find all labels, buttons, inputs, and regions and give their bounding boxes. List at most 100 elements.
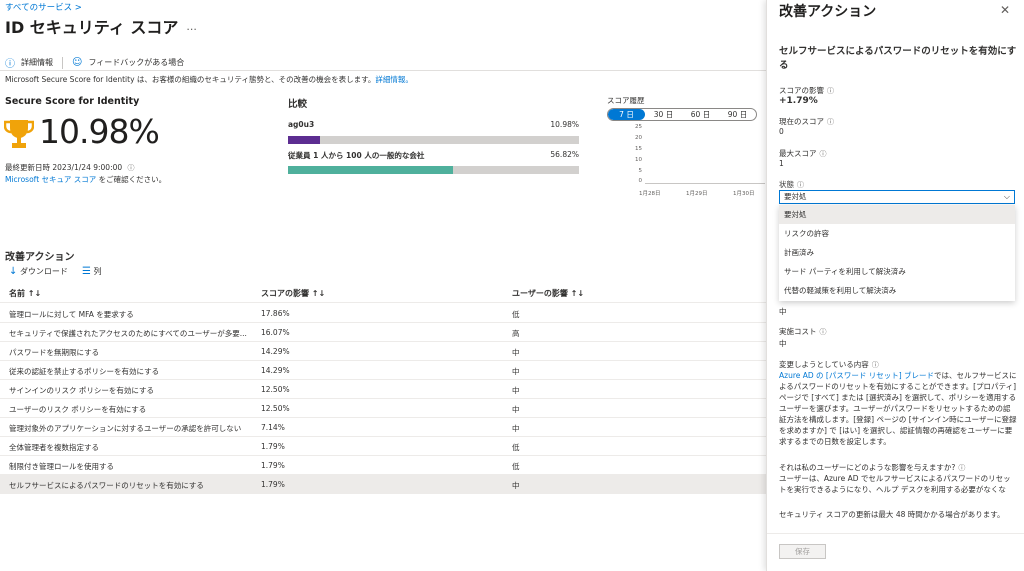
secure-score-title: Secure Score for Identity <box>5 96 140 107</box>
column-header-score-impact[interactable]: スコアの影響 ↑↓ <box>261 288 325 299</box>
secure-score-link-line: Microsoft セキュア スコア をご確認ください。 <box>5 174 166 185</box>
info-icon: ⓘ <box>797 181 804 189</box>
secure-score-value: 10.98% <box>39 112 160 151</box>
score-impact: 12.50% <box>261 404 290 413</box>
action-name: 管理対象外のアプリケーションに対するユーザーの承認を許可しない <box>9 424 242 433</box>
history-range-tabs: 7 日 30 日 60 日 90 日 <box>607 108 757 121</box>
y-tick-label: 10 <box>635 157 642 163</box>
score-impact: 14.29% <box>261 366 290 375</box>
score-impact-label: スコアの影響 ⓘ <box>779 85 834 96</box>
user-impact: 中 <box>512 424 520 433</box>
download-button[interactable]: ↓ ダウンロード <box>9 266 68 277</box>
score-impact: 1.79% <box>261 461 285 470</box>
password-reset-blade-link[interactable]: Azure AD の [パスワード リセット] ブレード <box>779 371 934 380</box>
user-impact: 中 <box>512 386 520 395</box>
info-icon: ⓘ <box>958 464 966 472</box>
status-option[interactable]: 計画済み <box>779 243 1015 262</box>
tab-60-days[interactable]: 60 日 <box>682 109 719 120</box>
save-button[interactable]: 保存 <box>779 544 826 559</box>
x-tick-label: 1月28日 <box>639 191 661 197</box>
table-row[interactable]: ユーザーのリスク ポリシーを有効にする 12.50% 中 <box>0 399 766 418</box>
learn-more-link[interactable]: 詳細情報。 <box>375 75 413 84</box>
column-header-name[interactable]: 名前 ↑↓ <box>9 288 254 299</box>
status-option[interactable]: 代替の軽減策を利用して解決済み <box>779 281 1015 300</box>
divider <box>62 56 63 69</box>
user-impact: 中 <box>512 367 520 376</box>
last-updated: 最終更新日時 2023/1/24 9:00:00 ⓘ <box>5 162 135 173</box>
max-score-label-text: 最大スコア <box>779 149 817 158</box>
info-icon: ⓘ <box>819 328 827 336</box>
columns-icon: ☰ <box>81 266 91 277</box>
divider <box>0 70 766 71</box>
feedback-icon: ☺ <box>72 57 83 68</box>
status-label-text: 状態 <box>779 180 794 189</box>
status-option[interactable]: サード パーティを利用して解決済み <box>779 262 1015 281</box>
y-tick-label: 0 <box>638 178 643 184</box>
comparison-label: ag0u3 <box>288 120 315 129</box>
table-row[interactable]: 管理ロールに対して MFA を要求する 17.86% 低 <box>0 304 766 323</box>
table-row[interactable]: 制限付き管理ロールを使用する 1.79% 低 <box>0 456 766 475</box>
info-button[interactable]: 詳細情報 <box>21 57 53 68</box>
action-name: サインインのリスク ポリシーを有効にする <box>9 386 154 395</box>
table-row[interactable]: セルフサービスによるパスワードのリセットを有効にする 1.79% 中 <box>0 475 766 494</box>
table-toolbar: ↓ ダウンロード ☰ 列 <box>9 266 101 277</box>
status-option[interactable]: リスクの許容 <box>779 224 1015 243</box>
page-description: Microsoft Secure Score for Identity は、お客… <box>5 74 413 85</box>
tab-90-days[interactable]: 90 日 <box>719 109 756 120</box>
action-name: 全体管理者を複数指定する <box>9 443 99 452</box>
table-row[interactable]: 管理対象外のアプリケーションに対するユーザーの承認を許可しない 7.14% 中 <box>0 418 766 437</box>
table-row[interactable]: セキュリティで保護されたアクセスのためにすべてのユーザーが多要... 16.07%… <box>0 323 766 342</box>
current-score-label: 現在のスコア ⓘ <box>779 116 834 127</box>
score-impact: 1.79% <box>261 480 285 489</box>
current-score-label-text: 現在のスコア <box>779 117 824 126</box>
user-impact: 中 <box>512 348 520 357</box>
comparison-title: 比較 <box>288 99 308 110</box>
secure-score-link-suffix: をご確認ください。 <box>98 175 167 184</box>
column-header-user-impact[interactable]: ユーザーの影響 ↑↓ <box>512 288 584 299</box>
change-description: Azure AD の [パスワード リセット] ブレードでは、セルフサービスによ… <box>779 370 1017 447</box>
affect-label-text: それは私のユーザーにどのような影響を与えますか? <box>779 463 956 472</box>
current-score-value: 0 <box>779 127 784 136</box>
score-impact: 12.50% <box>261 385 290 394</box>
table-row[interactable]: パスワードを無期限にする 14.29% 中 <box>0 342 766 361</box>
y-tick-label: 25 <box>635 124 642 130</box>
info-icon: ⓘ <box>5 59 15 70</box>
more-icon[interactable]: ··· <box>186 23 197 36</box>
user-impact: 低 <box>512 443 520 452</box>
status-option[interactable]: 要対処 <box>779 205 1015 224</box>
action-name: ユーザーのリスク ポリシーを有効にする <box>9 405 147 414</box>
comparison-bar <box>288 136 579 144</box>
y-tick-label: 15 <box>635 146 642 152</box>
table-row[interactable]: サインインのリスク ポリシーを有効にする 12.50% 中 <box>0 380 766 399</box>
affect-label: それは私のユーザーにどのような影響を与えますか? ⓘ <box>779 462 965 473</box>
cost-label-text: 実施コスト <box>779 327 817 336</box>
info-icon: ⓘ <box>827 87 834 95</box>
user-impact: 高 <box>512 329 520 338</box>
score-impact-label-text: スコアの影響 <box>779 86 824 95</box>
feedback-button[interactable]: フィードバックがある場合 <box>88 57 184 68</box>
x-tick-label: 1月29日 <box>686 191 708 197</box>
columns-button[interactable]: ☰ 列 <box>82 266 102 277</box>
page-title-text: ID セキュリティ スコア <box>5 18 179 37</box>
score-history-title: スコア履歴 <box>607 96 645 105</box>
change-text: では、セルフサービスによるパスワードのリセットを有効にすることができます。[プロ… <box>779 371 1017 446</box>
main-content: すべてのサービス > ID セキュリティ スコア ··· ⓘ 詳細情報 ☺ フィー… <box>0 0 766 571</box>
download-icon: ↓ <box>9 266 18 277</box>
table-header: 名前 ↑↓ スコアの影響 ↑↓ ユーザーの影響 ↑↓ <box>0 283 766 303</box>
status-dropdown-menu: 要対処 リスクの許容 計画済み サード パーティを利用して解決済み 代替の軽減策… <box>779 205 1015 301</box>
user-impact: 中 <box>512 481 520 490</box>
action-name: 従来の認証を禁止するポリシーを有効にする <box>9 367 160 376</box>
breadcrumb[interactable]: すべてのサービス > <box>5 1 82 13</box>
close-icon[interactable]: ✕ <box>1000 3 1010 17</box>
max-score-value: 1 <box>779 159 784 168</box>
user-impact: 低 <box>512 310 520 319</box>
table-row[interactable]: 従来の認証を禁止するポリシーを有効にする 14.29% 中 <box>0 361 766 380</box>
tab-7-days[interactable]: 7 日 <box>608 109 645 120</box>
microsoft-secure-score-link[interactable]: Microsoft セキュア スコア <box>5 175 96 184</box>
trophy-icon <box>4 120 34 148</box>
tab-30-days[interactable]: 30 日 <box>645 109 682 120</box>
affect-description: ユーザーは、Azure AD でセルフサービスによるパスワードのリセットを実行で… <box>779 474 1011 494</box>
status-dropdown[interactable]: 要対処 ⌵ <box>779 190 1015 204</box>
comparison-value: 10.98% <box>550 120 579 129</box>
table-row[interactable]: 全体管理者を複数指定する 1.79% 低 <box>0 437 766 456</box>
